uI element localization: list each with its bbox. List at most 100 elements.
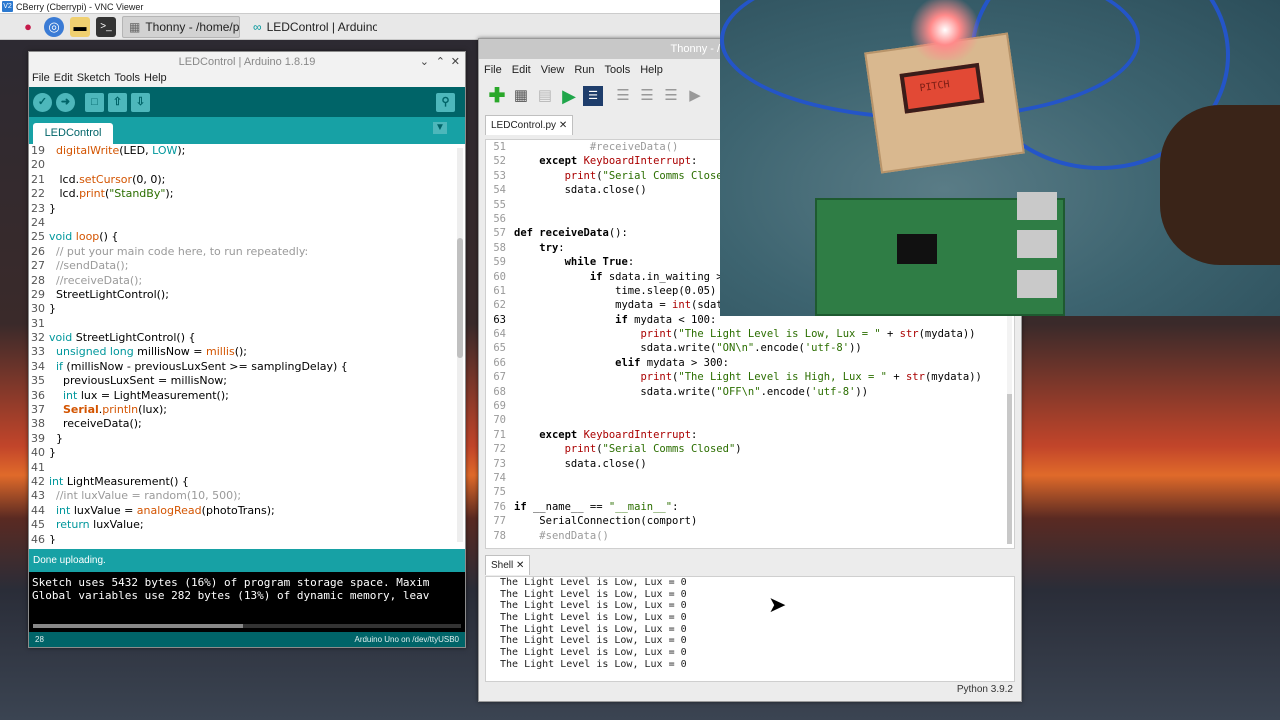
- code-text: previousLuxSent = millisNow;: [49, 374, 228, 388]
- tab-ledcontrol-py[interactable]: LEDControl.py ✕: [485, 115, 574, 135]
- arduino-toolbar: ✓ ➜ □ ⇧ ⇩ ⚲: [29, 87, 465, 117]
- open-button[interactable]: ⇧: [108, 92, 127, 112]
- menu-sketch[interactable]: Sketch: [77, 72, 111, 87]
- arduino-editor-scrollbar[interactable]: [457, 148, 463, 542]
- step-over-icon[interactable]: ☰: [613, 86, 633, 106]
- step-into-icon[interactable]: ☰: [637, 86, 657, 106]
- terminal-icon[interactable]: >_: [96, 16, 116, 37]
- shell-line: The Light Level is Low, Lux = 0: [500, 647, 687, 659]
- code-text: print("The Light Level is Low, Lux = " +…: [640, 328, 976, 341]
- code-line: 43 //int luxValue = random(10, 500);: [29, 489, 465, 503]
- code-line: 34 if (millisNow - previousLuxSent >= sa…: [29, 360, 465, 374]
- arduino-window: LEDControl | Arduino 1.8.19 ⌄ ⌃ ✕ File E…: [28, 51, 466, 648]
- close-icon[interactable]: ✕: [559, 120, 567, 131]
- code-line: 21 lcd.setCursor(0, 0);: [29, 173, 465, 187]
- code-line: 27 //sendData();: [29, 259, 465, 273]
- line-number: 56: [493, 212, 506, 225]
- line-number: 21: [31, 172, 45, 186]
- raspberry-icon[interactable]: ●: [18, 17, 38, 37]
- code-line: 26 // put your main code here, to run re…: [29, 245, 465, 259]
- upload-button[interactable]: ➜: [56, 92, 75, 112]
- webcam-overlay: PITCH: [720, 0, 1280, 316]
- line-number: 28: [31, 273, 45, 287]
- save-icon[interactable]: ▤: [535, 86, 555, 106]
- resume-icon[interactable]: ▶: [685, 86, 705, 106]
- tab-shell[interactable]: Shell ✕: [485, 555, 531, 575]
- menu-file[interactable]: File: [484, 59, 502, 81]
- line-number: 45: [31, 518, 45, 532]
- console-scrollbar[interactable]: [33, 624, 461, 628]
- menu-edit[interactable]: Edit: [54, 72, 73, 87]
- code-text: except KeyboardInterrupt:: [539, 428, 698, 441]
- thonny-shell[interactable]: The Light Level is Low, Lux = 0 The Light…: [485, 576, 1015, 682]
- code-line: 76 if __name__ == "__main__":: [486, 500, 1014, 514]
- code-line: 65 sdata.write("ON\n".encode('utf-8')): [486, 341, 1014, 355]
- open-file-icon[interactable]: ▦: [511, 86, 531, 106]
- debug-icon[interactable]: ☰: [583, 86, 603, 106]
- code-text: //sendData();: [56, 259, 129, 273]
- chevron-down-icon[interactable]: ⌄: [420, 52, 429, 72]
- new-button[interactable]: □: [85, 92, 104, 112]
- code-text: // put your main code here, to run repea…: [56, 244, 309, 258]
- line-number: 26: [31, 244, 45, 258]
- line-number: 65: [493, 342, 506, 355]
- chevron-up-icon[interactable]: ⌃: [436, 52, 445, 72]
- code-text: int luxValue = analogRead(photoTrans);: [56, 503, 275, 517]
- menu-help[interactable]: Help: [144, 72, 167, 87]
- taskbar-task-thonny[interactable]: ▦ Thonny - /home/pi/...: [122, 15, 240, 38]
- menu-edit[interactable]: Edit: [512, 59, 531, 81]
- mouse-cursor-icon: ➤: [768, 592, 787, 617]
- line-number: 69: [493, 400, 506, 413]
- menu-tools[interactable]: Tools: [605, 59, 631, 81]
- line-number: 22: [31, 187, 45, 201]
- arduino-title-bar: LEDControl | Arduino 1.8.19 ⌄ ⌃ ✕: [29, 52, 465, 72]
- line-number: 19: [31, 144, 45, 157]
- menu-file[interactable]: File: [32, 72, 50, 87]
- line-number: 70: [493, 414, 506, 427]
- code-text: SerialConnection(comport): [514, 515, 698, 528]
- line-number: 51: [493, 141, 506, 153]
- code-text: }: [49, 532, 56, 544]
- globe-icon[interactable]: ◎: [44, 16, 64, 37]
- arduino-app-icon: ∞: [253, 19, 262, 34]
- shell-line: The Light Level is Low, Lux = 0: [500, 612, 687, 624]
- code-line: 32 void StreetLightControl() {: [29, 331, 465, 345]
- console-line: Global variables use 282 bytes (13%) of …: [32, 589, 430, 602]
- code-text: while True:: [564, 256, 635, 269]
- menu-run[interactable]: Run: [574, 59, 594, 81]
- run-icon[interactable]: ▶: [559, 86, 579, 106]
- arduino-code-editor[interactable]: 19 digitalWrite(LED, LOW); 20 21 lcd.setCu…: [29, 144, 465, 544]
- code-text: //receiveData();: [56, 273, 143, 287]
- code-line: 78 #sendData(): [486, 529, 1014, 543]
- tab-menu-button[interactable]: ▼: [433, 122, 447, 134]
- code-line: 44 int luxValue = analogRead(photoTrans)…: [29, 504, 465, 518]
- save-button[interactable]: ⇩: [131, 92, 150, 112]
- code-text: #sendData(): [539, 529, 609, 542]
- menu-tools[interactable]: Tools: [114, 72, 140, 87]
- menu-view[interactable]: View: [541, 59, 565, 81]
- menu-help[interactable]: Help: [640, 59, 663, 81]
- step-out-icon[interactable]: ☰: [661, 86, 681, 106]
- verify-button[interactable]: ✓: [33, 92, 52, 112]
- code-text: def receiveData():: [514, 227, 628, 240]
- led-glow: [905, 0, 985, 60]
- close-icon[interactable]: ✕: [516, 560, 524, 571]
- line-number: 30: [31, 302, 45, 316]
- folder-icon[interactable]: ▬: [70, 16, 90, 37]
- code-text: }: [49, 446, 56, 460]
- taskbar-task-arduino[interactable]: ∞ LEDControl | Arduino ...: [246, 16, 378, 38]
- code-text: }: [49, 302, 56, 316]
- code-line: 41: [29, 461, 465, 475]
- vnc-title: CBerry (Cberrypi) - VNC Viewer: [16, 1, 144, 12]
- new-file-icon[interactable]: ✚: [487, 86, 507, 106]
- code-text: StreetLightControl();: [49, 287, 169, 301]
- code-line: 77 SerialConnection(comport): [486, 514, 1014, 528]
- shell-line: The Light Level is Low, Lux = 0: [500, 623, 687, 635]
- close-icon[interactable]: ✕: [451, 52, 460, 72]
- serial-monitor-button[interactable]: ⚲: [436, 92, 455, 112]
- upload-status: Done uploading.: [29, 549, 465, 572]
- tab-ledcontrol[interactable]: LEDControl: [33, 123, 113, 144]
- code-text: receiveData();: [49, 417, 142, 431]
- line-number: 24: [31, 215, 45, 229]
- code-text: int LightMeasurement() {: [49, 474, 189, 488]
